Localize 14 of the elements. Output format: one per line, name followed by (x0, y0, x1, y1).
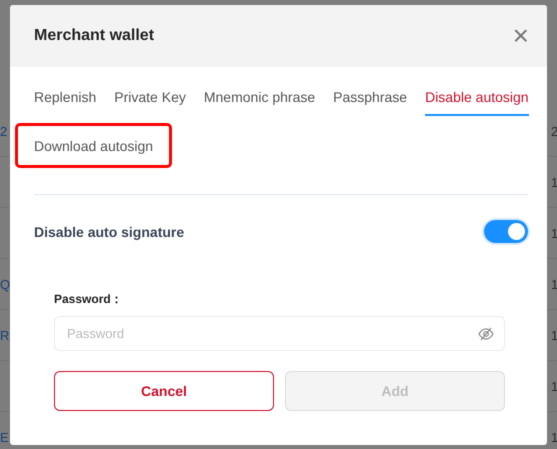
tab[interactable]: Passphrase (333, 87, 408, 116)
dialog-title: Merchant wallet (34, 27, 154, 45)
password-field[interactable]: Password (54, 316, 505, 351)
tab[interactable]: Download autosign (18, 126, 170, 165)
tab[interactable]: Disable autosign (425, 87, 529, 116)
close-button[interactable]: × (510, 24, 531, 48)
eye-slash-icon[interactable] (478, 327, 494, 341)
field-label: Password： (54, 291, 124, 308)
tab[interactable]: Private Key (114, 87, 186, 116)
toggle-switch[interactable] (484, 220, 528, 243)
setting-label: Disable auto signature (34, 224, 184, 240)
tab[interactable]: Mnemonic phrase (204, 87, 316, 116)
cancel-button[interactable]: Cancel (54, 371, 274, 411)
tab[interactable]: Replenish (34, 87, 96, 116)
